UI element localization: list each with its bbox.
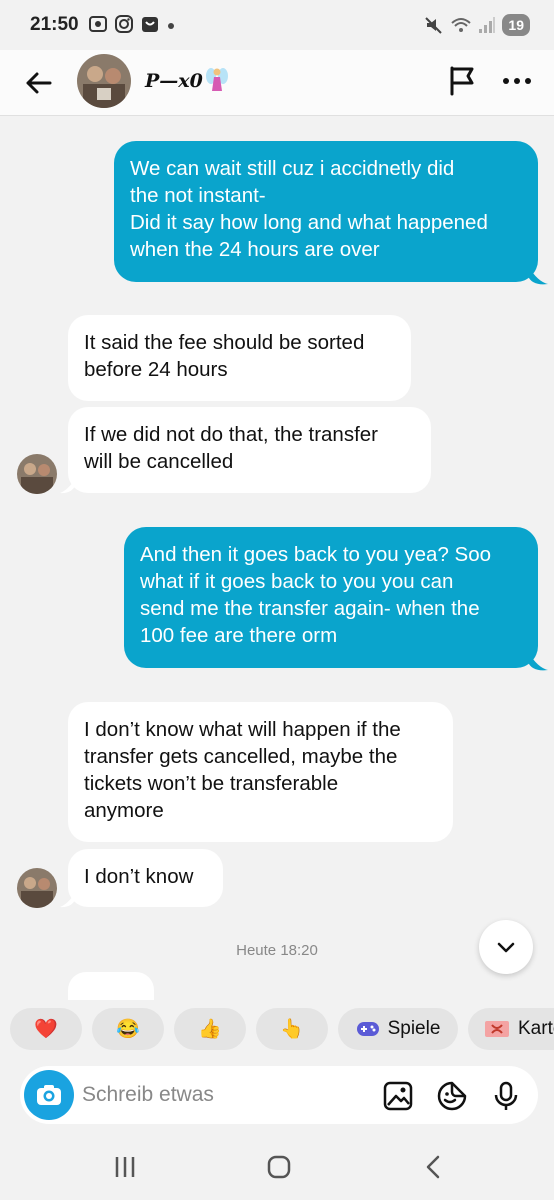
sender-avatar[interactable] bbox=[17, 454, 57, 494]
screenshot-icon bbox=[89, 16, 107, 32]
contact-name[interactable]: P—x0 bbox=[145, 70, 203, 92]
system-navigation-bar bbox=[0, 1134, 554, 1200]
status-time: 21:50 bbox=[30, 14, 79, 35]
laughing-emoji-button[interactable]: 😂 bbox=[92, 1008, 164, 1050]
pointing-emoji-button[interactable]: 👆 bbox=[256, 1008, 328, 1050]
laughing-emoji-icon: 😂 bbox=[116, 1019, 140, 1040]
more-options-icon[interactable] bbox=[500, 64, 534, 98]
bubble-tail-outgoing bbox=[528, 652, 548, 671]
dot-icon bbox=[168, 23, 174, 29]
message-timestamp: Heute 18:20 bbox=[236, 942, 318, 959]
gallery-icon[interactable] bbox=[382, 1080, 414, 1112]
card-label: Karte bbox=[518, 1018, 554, 1039]
message-incoming[interactable]: I don’t know what will happen if the tra… bbox=[68, 702, 453, 842]
sender-avatar[interactable] bbox=[17, 868, 57, 908]
card-button[interactable]: Karte bbox=[468, 1008, 554, 1050]
message-incoming[interactable]: It said the fee should be sorted before … bbox=[68, 315, 411, 401]
bubble-tail-outgoing bbox=[528, 266, 548, 285]
camera-icon bbox=[37, 1085, 61, 1105]
report-flag-icon[interactable] bbox=[446, 64, 478, 98]
thumbs-up-emoji-button[interactable]: 👍 bbox=[174, 1008, 246, 1050]
camera-button[interactable] bbox=[24, 1070, 74, 1120]
pointing-emoji-icon: 👆 bbox=[280, 1019, 304, 1040]
back-icon[interactable] bbox=[416, 1152, 450, 1182]
mute-icon bbox=[425, 17, 443, 34]
heart-emoji-button[interactable]: ❤️ bbox=[10, 1008, 82, 1050]
battery-level: 19 bbox=[502, 14, 530, 36]
message-outgoing[interactable]: We can wait still cuz i accidnetly did t… bbox=[114, 141, 538, 282]
message-incoming-partial bbox=[68, 972, 154, 1002]
fairy-emoji-icon bbox=[206, 68, 228, 91]
wifi-icon bbox=[451, 18, 472, 32]
microphone-icon[interactable] bbox=[490, 1080, 522, 1112]
gamepad-icon bbox=[356, 1022, 379, 1036]
message-input[interactable] bbox=[82, 1081, 362, 1109]
message-outgoing[interactable]: And then it goes back to you yea? Soo wh… bbox=[124, 527, 538, 668]
instagram-icon bbox=[115, 15, 133, 33]
contact-avatar[interactable] bbox=[77, 54, 131, 108]
status-bar: 21:50 19 bbox=[0, 0, 554, 50]
gift-card-icon bbox=[485, 1021, 509, 1037]
shop-app-icon bbox=[142, 17, 158, 32]
chat-header: P—x0 bbox=[0, 50, 554, 116]
recent-apps-icon[interactable] bbox=[108, 1152, 142, 1182]
status-notification-icons bbox=[88, 14, 176, 34]
scroll-to-bottom-button[interactable] bbox=[479, 920, 533, 974]
chevron-down-icon bbox=[497, 942, 515, 953]
bubble-tail-incoming bbox=[60, 478, 76, 494]
signal-icon bbox=[479, 17, 496, 33]
home-icon[interactable] bbox=[262, 1152, 296, 1182]
message-compose-bar bbox=[20, 1066, 538, 1124]
games-button[interactable]: Spiele bbox=[338, 1008, 458, 1050]
bubble-tail-incoming bbox=[60, 892, 76, 908]
status-system-icons: 19 bbox=[424, 14, 530, 36]
message-incoming[interactable]: I don’t know bbox=[68, 849, 223, 907]
message-incoming[interactable]: If we did not do that, the transfer will… bbox=[68, 407, 431, 493]
heart-emoji-icon: ❤️ bbox=[34, 1019, 58, 1040]
thumbs-up-emoji-icon: 👍 bbox=[198, 1019, 222, 1040]
sticker-icon[interactable] bbox=[436, 1080, 468, 1112]
quick-reaction-bar: ❤️ 😂 👍 👆 Spiele Karte bbox=[0, 1000, 554, 1058]
games-label: Spiele bbox=[387, 1018, 441, 1039]
back-arrow-icon[interactable] bbox=[22, 66, 56, 100]
